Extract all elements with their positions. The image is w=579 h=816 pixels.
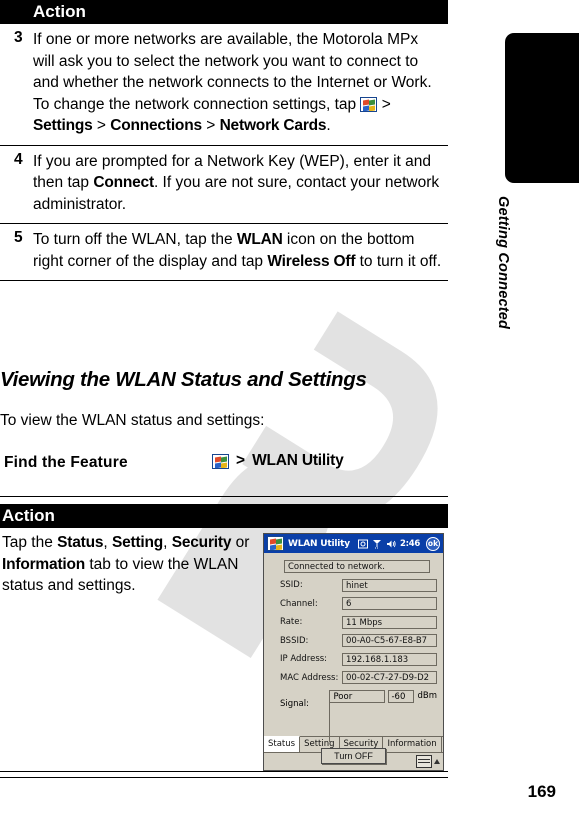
signal-dbm-value: -60 [388,689,415,703]
table-row: 5 To turn off the WLAN, tap the WLAN ico… [0,223,448,281]
signal-quality-value: Poor [329,689,386,703]
field-value[interactable]: 6 [342,597,437,610]
step-number: 5 [0,223,33,281]
field-label: Rate: [280,617,303,627]
ui-information: Information [2,555,86,573]
step-3-ui-settings: Settings [33,117,93,134]
field-signal: Signal: Poor -60 dBm [270,689,437,742]
action-table-one: Action 3 If one or more networks are ava… [0,0,448,281]
table-row: 3 If one or more networks are available,… [0,24,448,145]
find-the-feature-row: Find the Feature > WLAN Utility [0,452,448,492]
pda-title-text: WLAN Utility [288,538,350,549]
field-label: SSID: [280,580,303,590]
table-two-body-text: Tap the Status, Setting, Security or Inf… [2,532,252,597]
step-5-ui-wireless-off: Wireless Off [267,252,356,270]
field-value[interactable]: 192.168.1.183 [342,652,437,666]
find-the-feature-rule [0,496,448,497]
step-text: If one or more networks are available, t… [33,24,448,145]
step-3-ui-connections: Connections [110,117,202,134]
pda-titlebar-icons: 2:46 ok [358,536,440,551]
turn-off-button[interactable]: Turn OFF [321,747,386,764]
signal-dbm-unit: dBm [417,691,437,701]
table-two-bottom-rule-2 [0,777,448,778]
field-channel: Channel: 6 [270,597,437,610]
step-number: 3 [14,29,23,46]
field-rate: Rate: 11 Mbps [270,615,437,629]
field-bssid: BSSID: 00-A0-C5-67-E8-B7 [270,634,437,647]
table-one-header-row: Action [0,0,448,24]
tap-text-a: Tap the [2,534,58,551]
pda-ok-button[interactable]: ok [426,536,440,551]
keyboard-icon[interactable] [416,754,432,768]
windows-start-icon[interactable] [267,536,284,551]
windows-start-icon [212,453,229,469]
table-two-header-row: Action [0,504,448,528]
ui-setting: Setting [111,534,164,551]
action-table-two: Action Tap the Status, Setting, Security… [0,504,448,778]
table-two-bottom-rule-1 [0,771,448,772]
tab-bar-filler [442,737,450,752]
windows-start-icon [360,96,378,112]
tap-text-b: or [231,534,250,551]
tap-sep-1: , [103,534,112,551]
step-4-ui-connect: Connect [93,174,154,191]
step-5-text-c: to turn it off. [355,252,442,270]
chapter-edge-tab [505,33,579,183]
field-value[interactable]: hinet [342,578,437,592]
signal-label: Signal: [280,698,309,709]
ui-security: Security [171,534,232,551]
field-value[interactable]: 00-A0-C5-67-E8-B7 [342,634,437,647]
field-ip-address: IP Address: 192.168.1.183 [270,652,437,666]
step-3-sep-2: > [92,117,111,134]
path-separator: > [236,452,246,469]
step-text: To turn off the WLAN, tap the WLAN icon … [33,223,448,281]
page-number: 169 [527,782,556,801]
table-one-header-label: Action [33,2,86,21]
step-3-sep-1: > [377,95,391,113]
find-the-feature-label: Find the Feature [4,454,128,471]
step-3-sep-3: > [201,117,220,134]
section-intro: To view the WLAN status and settings: [0,412,265,429]
step-3-ui-network-cards: Network Cards [219,117,327,134]
signal-icon[interactable] [372,539,382,549]
table-two-header-label: Action [2,506,55,525]
tap-sep-2: , [163,534,172,551]
signal-strength-bar [329,701,331,742]
path-target-label: WLAN Utility [252,452,344,469]
field-label: IP Address: [280,654,328,664]
ui-status: Status [57,534,104,551]
step-number: 4 [0,144,33,224]
find-the-feature-path: > WLAN Utility [212,452,344,470]
step-5-ui-wlan: WLAN [236,231,283,248]
step-5-text-a: To turn off the WLAN, tap the [33,231,237,248]
pda-titlebar: WLAN Utility 2:46 ok [264,534,443,553]
step-text: If you are prompted for a Network Key (W… [33,144,448,224]
field-value[interactable]: 00-02-C7-27-D9-D2 [342,671,437,684]
pda-content: Connected to network. SSID: hinet Channe… [264,553,443,764]
field-label: BSSID: [280,635,309,646]
field-mac-address: MAC Address: 00-02-C7-27-D9-D2 [270,671,437,684]
field-label: MAC Address: [280,672,339,683]
step-3-text-b: . [326,117,331,134]
pda-clock[interactable]: 2:46 [400,539,420,549]
pda-screenshot: WLAN Utility 2:46 ok Connected to networ… [263,533,444,771]
section-heading: Viewing the WLAN Status and Settings [0,368,367,391]
connection-status-field: Connected to network. [284,560,430,573]
volume-icon[interactable] [386,539,396,549]
table-row: 4 If you are prompted for a Network Key … [0,144,448,224]
running-head: Getting Connected [495,196,511,330]
field-label: Channel: [280,598,318,609]
screen-capture-icon[interactable] [358,539,369,549]
field-value[interactable]: 11 Mbps [342,615,437,629]
field-ssid: SSID: hinet [270,578,437,592]
